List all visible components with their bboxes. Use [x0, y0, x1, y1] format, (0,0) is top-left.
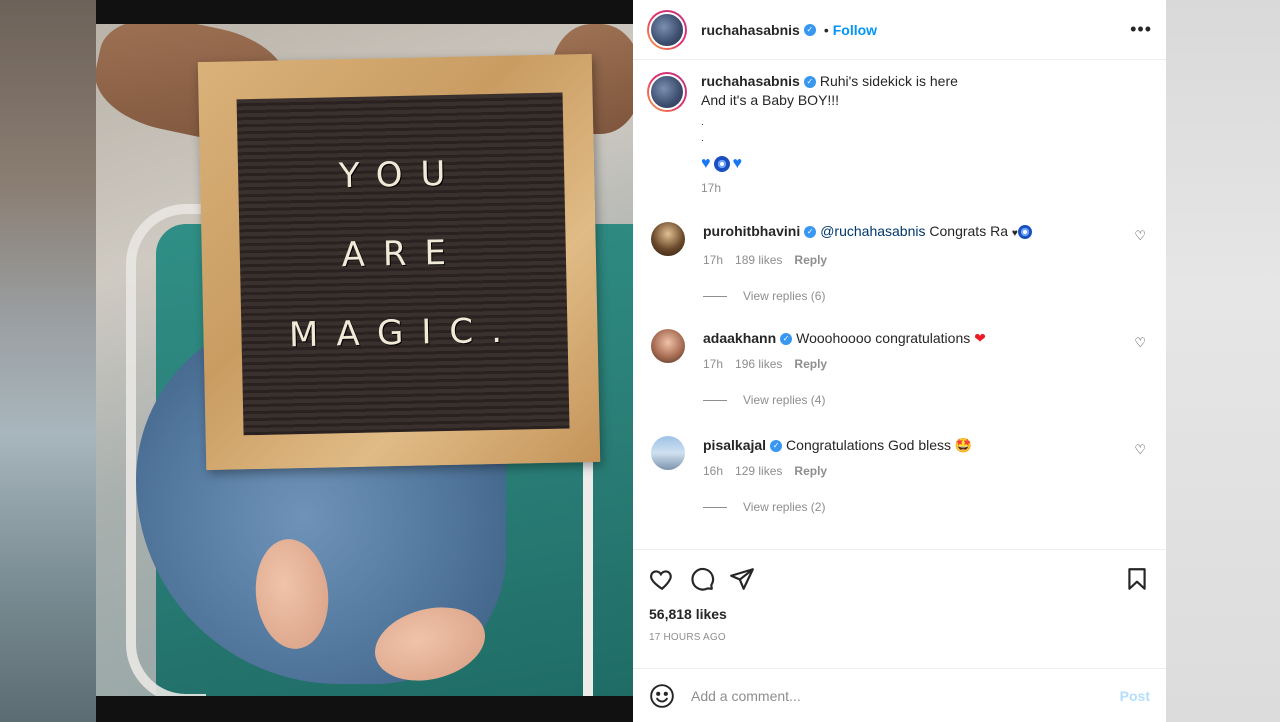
caption-dot: . — [701, 133, 704, 144]
caption-dot: . — [701, 117, 704, 128]
blue-heart-icon: ♥ — [732, 155, 743, 172]
comment-likes[interactable]: 189 likes — [735, 253, 782, 267]
caption: ruchahasabnis ✓ Ruhi's sidekick is here An… — [647, 72, 1152, 198]
view-replies-label: View replies (6) — [743, 289, 826, 303]
star-struck-emoji-icon: 🤩 — [954, 437, 973, 453]
comment-time[interactable]: 16h — [703, 464, 723, 478]
post-header: ruchahasabnis ✓ • Follow ••• — [633, 0, 1166, 60]
blue-heart-icon: ♥ — [701, 155, 711, 172]
caption-line: Ruhi's sidekick is here — [819, 73, 958, 89]
board-line: YOU — [338, 153, 464, 197]
photo-image: YOU ARE MAGIC. — [96, 24, 633, 696]
comment-input[interactable] — [691, 687, 1120, 704]
view-replies-button[interactable]: View replies (2) — [703, 500, 1156, 514]
caption-time[interactable]: 17h — [701, 179, 958, 198]
avatar[interactable] — [651, 436, 685, 470]
post-photo: YOU ARE MAGIC. — [96, 0, 633, 722]
comment-username[interactable]: purohitbhavini — [703, 223, 800, 239]
view-replies-label: View replies (4) — [743, 393, 826, 407]
comment-text: Wooohoooo congratulations — [796, 330, 975, 346]
avatar[interactable] — [651, 222, 685, 256]
caption-username[interactable]: ruchahasabnis — [701, 73, 800, 89]
author-username[interactable]: ruchahasabnis — [701, 22, 800, 38]
add-comment-bar: Post — [633, 668, 1166, 722]
reply-button[interactable]: Reply — [794, 464, 827, 478]
post-panel: ruchahasabnis ✓ • Follow ••• ruchahasabn… — [633, 0, 1166, 722]
comment-like-icon[interactable]: ♡ — [1134, 228, 1146, 244]
comment: pisalkajal ✓ Congratulations God bless 🤩 1… — [651, 436, 1156, 514]
reply-button[interactable]: Reply — [794, 357, 827, 371]
letter-board: YOU ARE MAGIC. — [197, 53, 601, 471]
comment-icon[interactable] — [689, 566, 715, 592]
comment-username[interactable]: pisalkajal — [703, 437, 766, 453]
separator-dot: • — [823, 21, 829, 38]
background-blur-right — [1166, 0, 1280, 722]
view-replies-label: View replies (2) — [743, 500, 826, 514]
comment-time[interactable]: 17h — [703, 357, 723, 371]
post-comment-button[interactable]: Post — [1120, 688, 1150, 704]
comment-likes[interactable]: 196 likes — [735, 357, 782, 371]
comment-like-icon[interactable]: ♡ — [1134, 335, 1146, 351]
verified-badge-icon: ✓ — [780, 333, 793, 346]
divider — [703, 295, 727, 297]
follow-button[interactable]: Follow — [833, 22, 877, 38]
comment-text: Congratulations God bless — [786, 437, 955, 453]
verified-badge-icon: ✓ — [770, 440, 783, 453]
likes-count[interactable]: 56,818 likes — [649, 606, 1150, 622]
avatar[interactable] — [651, 329, 685, 363]
post-timestamp[interactable]: 17 HOURS AGO — [649, 632, 1150, 643]
avatar[interactable] — [647, 72, 687, 112]
comment-like-icon[interactable]: ♡ — [1134, 442, 1146, 458]
divider — [703, 399, 727, 401]
smiley-icon[interactable] — [649, 683, 675, 709]
verified-badge-icon: ✓ — [804, 226, 817, 239]
comment-mention[interactable]: @ruchahasabnis — [820, 223, 925, 239]
avatar[interactable] — [647, 9, 687, 50]
share-icon[interactable] — [729, 566, 755, 592]
heart-icon[interactable] — [649, 566, 675, 592]
view-replies-button[interactable]: View replies (6) — [703, 289, 1156, 303]
comment: adaakhann ✓ Wooohoooo congratulations ❤ 17… — [651, 329, 1156, 407]
red-heart-icon: ❤ — [974, 330, 986, 346]
comment-time[interactable]: 17h — [703, 253, 723, 267]
post-actions: 56,818 likes 17 HOURS AGO — [633, 549, 1166, 643]
caption-line: And it's a Baby BOY!!! — [701, 92, 840, 108]
view-replies-button[interactable]: View replies (4) — [703, 393, 1156, 407]
divider — [703, 506, 727, 508]
bookmark-icon[interactable] — [1124, 566, 1150, 592]
comment-likes[interactable]: 129 likes — [735, 464, 782, 478]
board-line: MAGIC. — [288, 310, 521, 355]
heart-emoji-icon: ♥ — [1011, 228, 1018, 239]
verified-badge-icon: ✓ — [803, 76, 816, 89]
reply-button[interactable]: Reply — [794, 253, 827, 267]
comment-username[interactable]: adaakhann — [703, 330, 776, 346]
more-options-icon[interactable]: ••• — [1130, 19, 1152, 40]
board-line: ARE — [341, 232, 465, 276]
verified-badge-icon: ✓ — [803, 23, 816, 36]
comment-text: Congrats Ra — [925, 223, 1012, 239]
caption-emojis: ♥ ♥ — [701, 154, 958, 173]
evil-eye-icon — [713, 155, 730, 172]
evil-eye-icon — [1017, 225, 1032, 240]
letter-board-surface: YOU ARE MAGIC. — [236, 92, 570, 436]
comment: purohitbhavini ✓ @ruchahasabnis Congrats R… — [651, 222, 1156, 303]
background-blur-left — [0, 0, 96, 722]
